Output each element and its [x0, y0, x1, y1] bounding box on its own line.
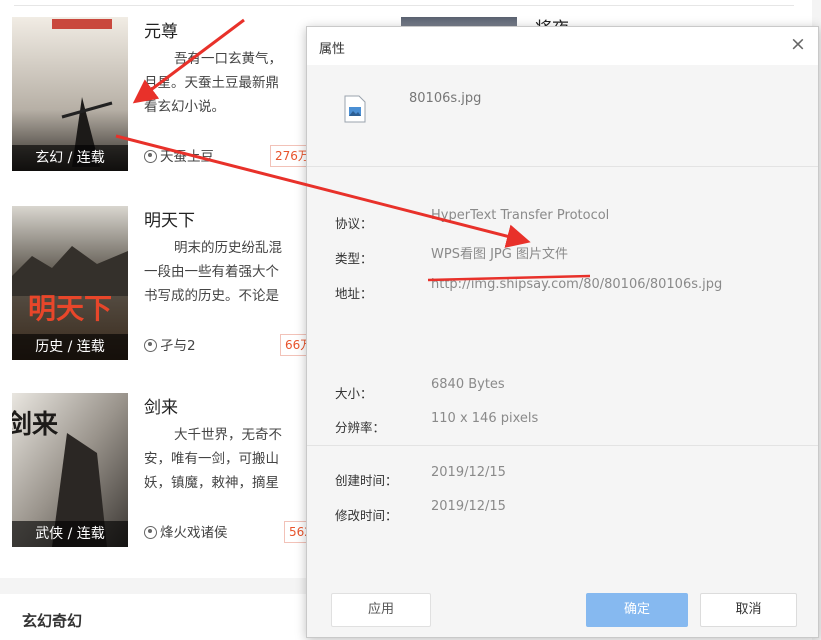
cancel-button[interactable]: 取消 — [700, 593, 797, 627]
address-label: 地址： — [335, 286, 373, 301]
modified-label: 修改时间： — [335, 508, 398, 523]
author-name[interactable]: 烽火戏诸侯 — [160, 525, 228, 541]
book-cover[interactable]: 剑来 武侠 / 连载 — [12, 393, 128, 547]
properties-dialog: 属性 × 80106s.jpg 协议： HyperText Transfer P… — [306, 26, 819, 638]
genre-tag: 玄幻 / 连载 — [12, 145, 128, 171]
user-icon — [144, 339, 157, 352]
type-value: WPS看图 JPG 图片文件 — [431, 247, 568, 262]
modified-value: 2019/12/15 — [431, 499, 506, 514]
desc-line: 书写成的历史。不论是 — [144, 288, 279, 304]
book-title[interactable]: 元尊 — [144, 17, 178, 42]
apply-button[interactable]: 应用 — [331, 593, 431, 627]
resolution-label: 分辨率： — [335, 420, 386, 435]
desc-line: 妖，镇魔，敕神，摘星 — [144, 475, 279, 491]
author-name[interactable]: 孑与2 — [160, 338, 196, 354]
user-icon — [144, 526, 157, 539]
ok-button[interactable]: 确定 — [586, 593, 688, 627]
book-title[interactable]: 明天下 — [144, 206, 195, 231]
desc-line: 安，唯有一剑，可搬山 — [144, 451, 279, 467]
book-cover[interactable]: 玄幻 / 连载 — [12, 17, 128, 171]
user-icon — [144, 150, 157, 163]
size-label: 大小： — [335, 386, 373, 401]
protocol-label: 协议： — [335, 216, 373, 231]
created-label: 创建时间： — [335, 473, 398, 488]
desc-line: 明末的历史纷乱混 — [174, 240, 282, 256]
address-value[interactable]: http://img.shipsay.com/80/80106/80106s.j… — [431, 277, 722, 292]
genre-tag: 历史 / 连载 — [12, 334, 128, 360]
book-description: 大千世界，无奇不 安，唯有一剑，可搬山 妖，镇魔，敕神，摘星 — [144, 423, 314, 513]
author-name[interactable]: 天蚕土豆 — [160, 149, 214, 165]
desc-line: 一段由一些有着强大个 — [144, 264, 279, 280]
created-value: 2019/12/15 — [431, 465, 506, 480]
desc-line: 吾有一口玄黄气， — [174, 51, 282, 67]
word-count-badge: 276万 — [270, 145, 310, 167]
divider — [307, 166, 818, 167]
book-title[interactable]: 剑来 — [144, 393, 178, 418]
book-description: 吾有一口玄黄气， 月星。天蚕土豆最新鼎 看玄幻小说。 — [144, 47, 314, 137]
close-icon[interactable]: × — [788, 34, 808, 54]
divider — [14, 5, 794, 6]
book-description: 明末的历史纷乱混 一段由一些有着强大个 书写成的历史。不论是 — [144, 236, 314, 326]
file-name: 80106s.jpg — [409, 91, 482, 106]
protocol-value: HyperText Transfer Protocol — [431, 208, 610, 223]
desc-line: 看玄幻小说。 — [144, 99, 225, 115]
section-title: 玄幻奇幻 — [22, 612, 83, 630]
cover-title-text: 剑来 — [12, 409, 59, 440]
book-item-jianlai: 剑来 武侠 / 连载 剑来 大千世界，无奇不 安，唯有一剑，可搬山 妖，镇魔，敕… — [12, 393, 324, 553]
image-file-icon — [344, 95, 366, 123]
divider — [307, 445, 818, 446]
size-value: 6840 Bytes — [431, 377, 505, 392]
genre-tag: 武侠 / 连载 — [12, 521, 128, 547]
book-item-yuanzun: 玄幻 / 连载 元尊 吾有一口玄黄气， 月星。天蚕土豆最新鼎 看玄幻小说。 天蚕… — [12, 17, 312, 177]
desc-line: 大千世界，无奇不 — [174, 427, 282, 443]
type-label: 类型： — [335, 251, 373, 266]
book-item-mingtianxia: 明天下 历史 / 连载 明天下 明末的历史纷乱混 一段由一些有着强大个 书写成的… — [12, 206, 320, 366]
resolution-value: 110 x 146 pixels — [431, 411, 539, 426]
dialog-title: 属性 — [319, 42, 346, 57]
desc-line: 月星。天蚕土豆最新鼎 — [144, 75, 279, 91]
book-cover[interactable]: 明天下 历史 / 连载 — [12, 206, 128, 360]
dialog-body: 80106s.jpg 协议： HyperText Transfer Protoc… — [307, 65, 818, 637]
cover-title-text: 明天下 — [28, 292, 112, 325]
dialog-header[interactable]: 属性 × — [307, 27, 818, 65]
